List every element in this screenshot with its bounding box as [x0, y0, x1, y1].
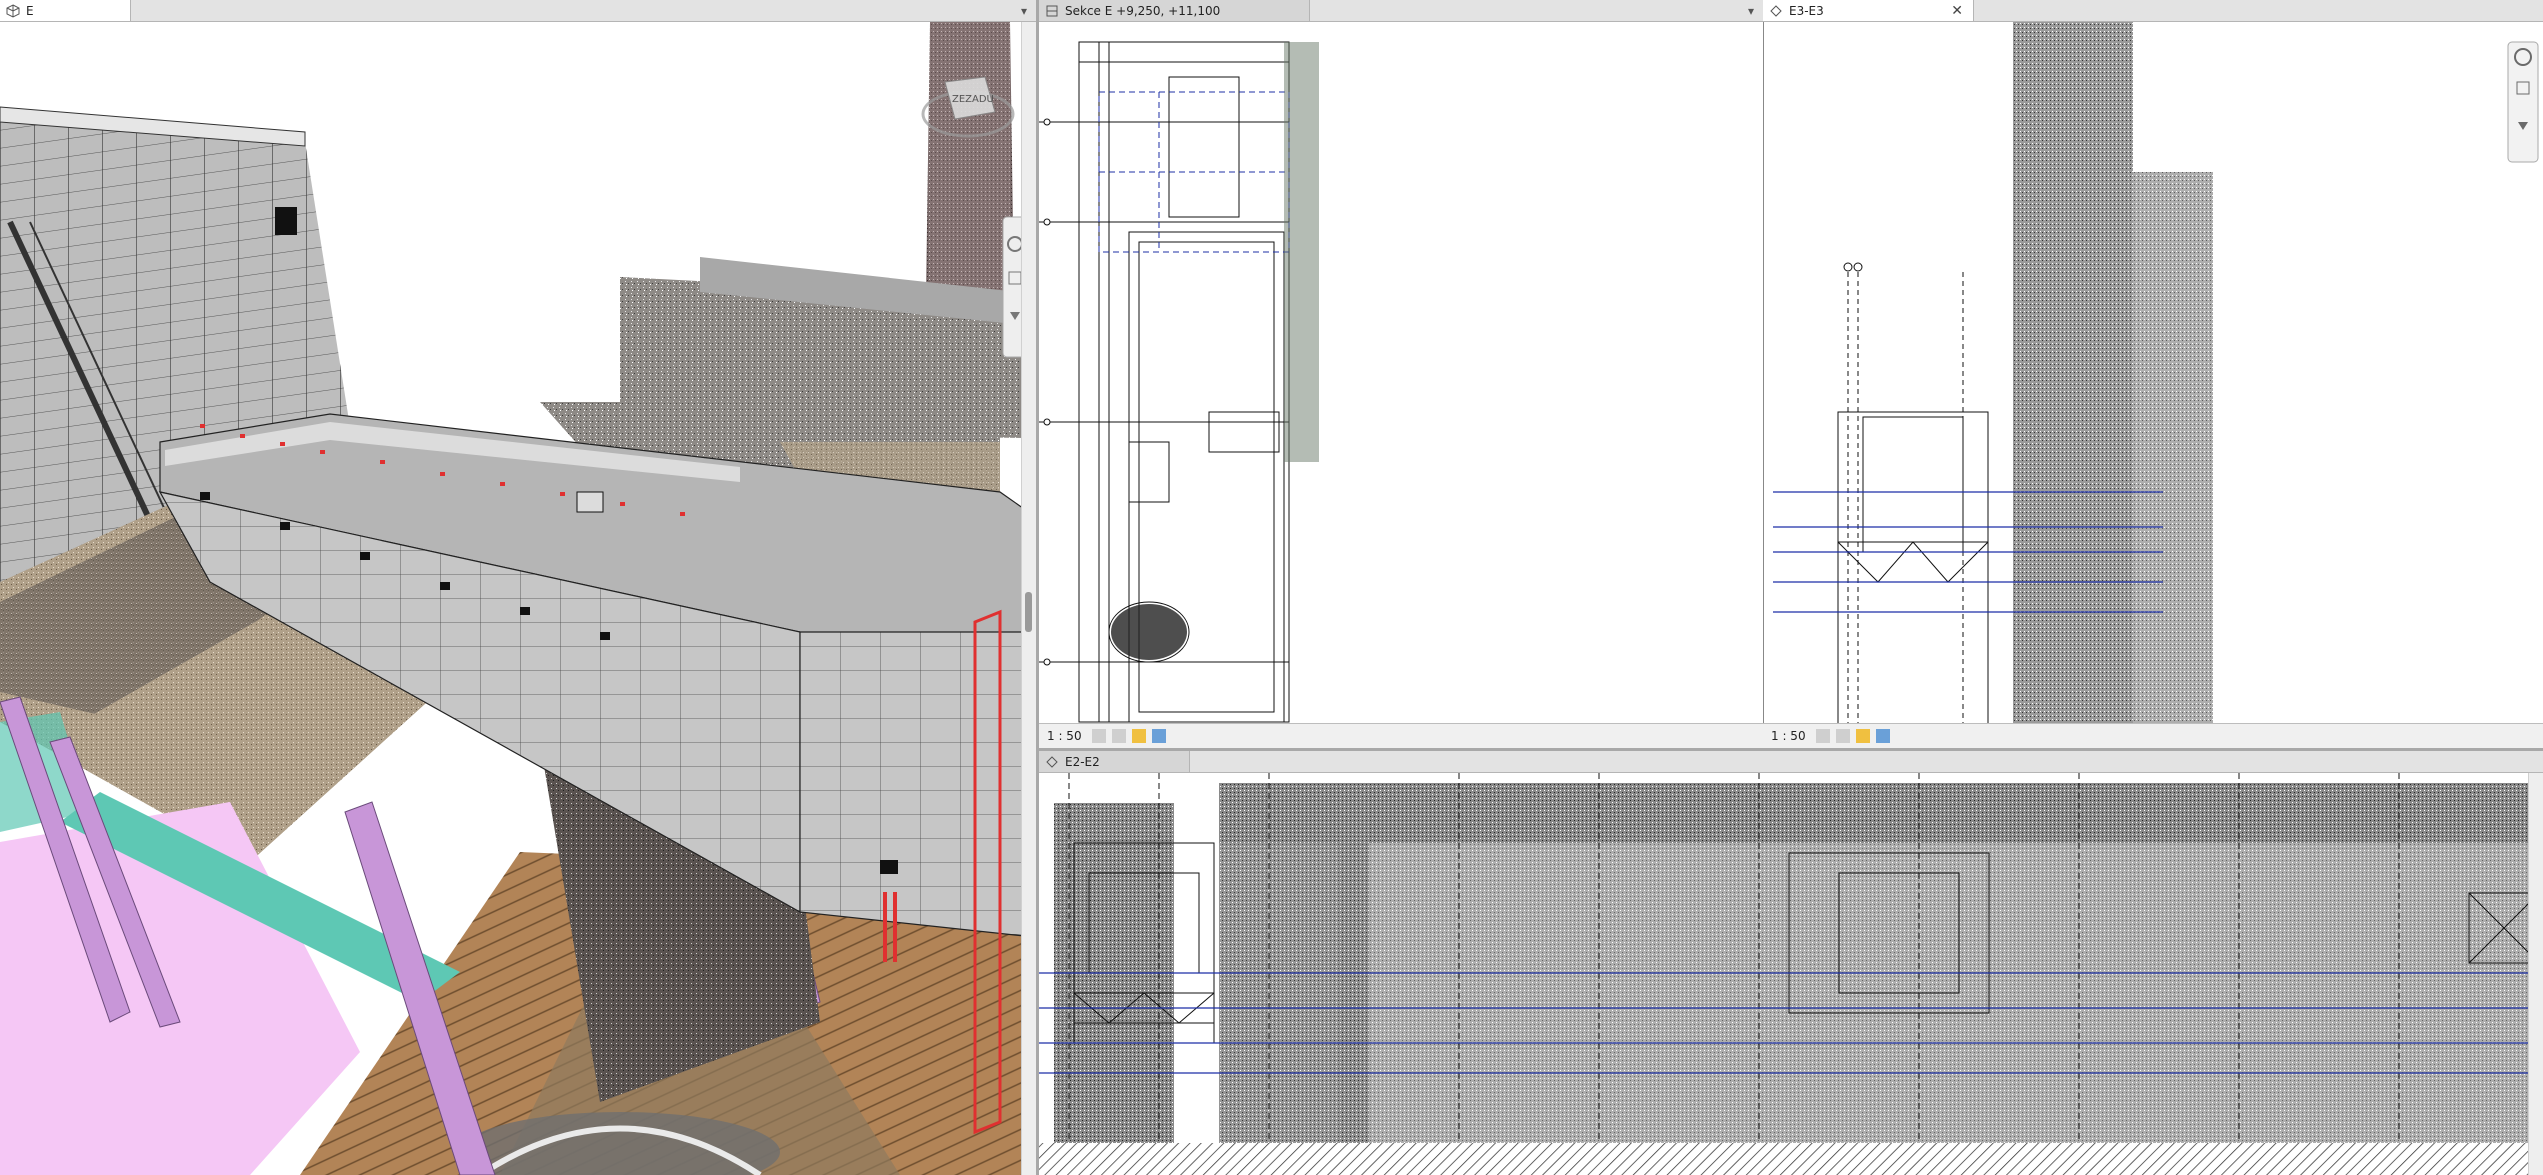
elevation-e3-scale[interactable]: 1 : 50	[1771, 729, 1806, 743]
section-view-panel[interactable]: Sekce E +9,250, +11,100 ▾ 1: 50	[1039, 0, 1763, 748]
elevation-e3-canvas[interactable]	[1763, 22, 2543, 724]
elevation-e3-titlebar[interactable]: E3-E3 ✕	[1763, 0, 2543, 22]
section-view-title: Sekce E +9,250, +11,100	[1065, 3, 1221, 18]
view-3d-canvas[interactable]: ZEZADU	[0, 22, 1036, 1175]
tab-elevation-e2[interactable]: E2-E2	[1039, 751, 1190, 772]
section-view-canvas[interactable]	[1039, 22, 1763, 724]
tab-elevation-e3[interactable]: E3-E3 ✕	[1763, 0, 1974, 21]
elevation-e2-panel[interactable]: E2-E2	[1039, 751, 2543, 1175]
view-control-icon[interactable]	[1875, 729, 1890, 743]
elevation-view-icon	[1769, 4, 1783, 18]
view-control-icon[interactable]	[1131, 729, 1146, 743]
section-view-control-bar[interactable]: 1 : 50	[1039, 723, 1763, 748]
view-control-icon[interactable]	[1855, 729, 1870, 743]
dropdown-arrow-icon[interactable]: ▾	[1016, 3, 1032, 19]
view-control-icon[interactable]	[1111, 729, 1126, 743]
section-view-icon	[1045, 4, 1059, 18]
view-control-icon[interactable]	[1835, 729, 1850, 743]
elevation-e3-control-bar[interactable]: 1 : 50	[1763, 723, 2543, 748]
elevation-e3-title: E3-E3	[1789, 3, 1824, 18]
view-3d-icon	[6, 3, 20, 18]
section-view-titlebar[interactable]: Sekce E +9,250, +11,100 ▾	[1039, 0, 1763, 22]
elevation-e2-title: E2-E2	[1065, 754, 1100, 769]
view-control-icon[interactable]	[1091, 729, 1106, 743]
view-3d-title: E	[26, 3, 34, 18]
view-control-icon[interactable]	[1151, 729, 1166, 743]
close-icon[interactable]: ✕	[1951, 3, 1963, 19]
elevation-e2-scrollbar[interactable]	[2528, 773, 2543, 1175]
view-3d-scrollbar[interactable]	[1021, 22, 1036, 1175]
viewcube-label: ZEZADU	[952, 94, 994, 105]
elevation-e3-panel[interactable]: E3-E3 ✕ 1: 50	[1763, 0, 2543, 748]
elevation-e2-titlebar[interactable]: E2-E2	[1039, 751, 2543, 773]
view-3d-titlebar[interactable]: E ▾	[0, 0, 1036, 22]
navigation-wheel-icon[interactable]	[2507, 41, 2539, 163]
view-control-icon[interactable]	[1815, 729, 1830, 743]
section-view-scale[interactable]: 1 : 50	[1047, 729, 1082, 743]
elevation-view-icon	[1045, 755, 1059, 769]
tab-view-e[interactable]: E	[0, 0, 131, 21]
view-3d-panel[interactable]: E ▾ ZEZADU	[0, 0, 1036, 1175]
view-3d-scrollbar-thumb[interactable]	[1025, 592, 1032, 632]
tab-section-view[interactable]: Sekce E +9,250, +11,100	[1039, 0, 1310, 21]
dropdown-arrow-icon[interactable]: ▾	[1743, 3, 1759, 19]
elevation-e2-canvas[interactable]	[1039, 773, 2543, 1175]
